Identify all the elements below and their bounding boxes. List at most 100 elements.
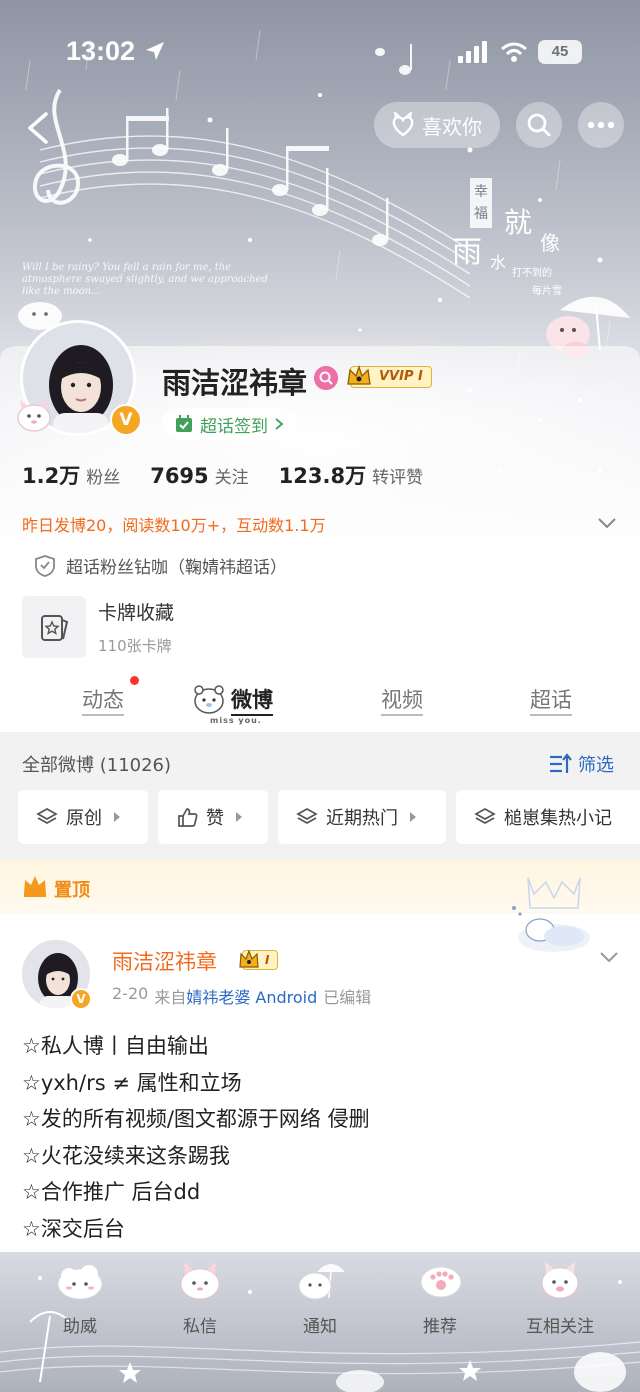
nav-cheer[interactable]: 助威: [30, 1258, 130, 1337]
verified-v-badge: V: [110, 404, 142, 436]
art-char: 像: [540, 231, 560, 255]
bear-mascot-icon: [194, 685, 224, 714]
yesterday-summary: 昨日发博20，阅读数10万+，互动数1.1万: [22, 516, 326, 535]
cloud-mascot-icon: [57, 1265, 103, 1300]
post-line: ☆私人博丨自由输出: [22, 1034, 209, 1058]
stat-followers[interactable]: 1.2万 粉丝: [22, 460, 120, 490]
chip-label: 近期热门: [326, 808, 398, 829]
art-char: 幸: [474, 184, 488, 200]
card-title: 卡牌收藏: [98, 602, 175, 624]
back-icon[interactable]: [18, 108, 58, 148]
umbrella-mascot-icon: [298, 1264, 345, 1300]
pinned-label: 置顶: [54, 880, 90, 901]
nav-label: 私信: [183, 1317, 217, 1337]
post-meta: 2-20 来自 婧祎老婆 Android 已编辑: [112, 984, 371, 1008]
post-line: ☆发的所有视频/图文都源于网络 侵删: [22, 1107, 370, 1132]
card-collection[interactable]: 卡牌收藏 110张卡牌: [22, 596, 174, 658]
card-icon-box: [22, 596, 86, 658]
more-icon: [587, 121, 615, 129]
profile-username: 雨洁涩祎章: [162, 366, 308, 400]
nav-notifications[interactable]: 通知: [270, 1258, 370, 1337]
filter-button[interactable]: 筛选: [548, 751, 614, 777]
heart-cat-icon: [392, 112, 414, 137]
search-button[interactable]: [516, 102, 562, 148]
card-subtitle: 110张卡牌: [98, 637, 172, 655]
battery-indicator: 45: [538, 40, 582, 64]
crown-icon: [347, 364, 371, 385]
fan-title-row[interactable]: 超话粉丝钻咖（鞠婧祎超话）: [34, 553, 287, 578]
art-char: 打不到的: [512, 266, 552, 279]
filter-label: 筛选: [578, 755, 614, 776]
nav-mutual-follow[interactable]: 互相关注: [510, 1258, 610, 1337]
post-line: ☆深交后台: [22, 1216, 125, 1241]
shield-icon: [35, 554, 55, 577]
tab-dynamic[interactable]: 动态: [82, 684, 124, 714]
art-char: 就: [504, 206, 532, 239]
paw-bubble-icon: [420, 1266, 462, 1298]
stat-number: 7695: [150, 464, 209, 488]
stat-label: 关注: [214, 468, 249, 488]
card-icon: [41, 615, 69, 641]
yesterday-summary-row[interactable]: 昨日发博20，阅读数10万+，互动数1.1万: [22, 508, 618, 540]
chaohua-checkin-label: 超话签到: [200, 416, 268, 437]
chip-original[interactable]: 原创: [18, 790, 148, 844]
filter-icon: [550, 753, 572, 773]
chevron-right-icon: [275, 418, 284, 430]
post-author-vip-badge: I: [238, 948, 279, 972]
tab-chaohua[interactable]: 超话: [530, 684, 572, 714]
search-icon: [527, 113, 551, 137]
tab-video[interactable]: 视频: [381, 684, 423, 714]
tab-weibo[interactable]: 微博: [231, 684, 273, 714]
chip-label: 槌崽集热小记: [504, 808, 612, 829]
nav-recommend[interactable]: 推荐: [390, 1258, 490, 1337]
layers-icon: [36, 808, 58, 824]
post-edited: 已编辑: [323, 988, 372, 1007]
stat-label: 粉丝: [86, 468, 121, 488]
chip-label: 赞: [206, 808, 224, 829]
profile-tabs: 动态 微博 视频 超话: [0, 670, 640, 730]
like-you-label: 喜欢你: [422, 114, 482, 139]
post-line: ☆yxh/rs ≠ 属性和立场: [22, 1070, 242, 1095]
crown-icon: [24, 876, 46, 897]
status-icons: 45: [458, 40, 582, 64]
nav-messages[interactable]: 私信: [150, 1258, 250, 1337]
post-line: ☆火花没续来这条踢我: [22, 1143, 230, 1168]
stat-interactions[interactable]: 123.8万 转评赞: [279, 460, 423, 490]
chip-recent-hot[interactable]: 近期热门: [278, 790, 446, 844]
miss-you-decoration: miss you.: [210, 716, 262, 725]
status-bar: 13:02 45: [0, 0, 640, 104]
art-char: 每片雪: [532, 284, 562, 297]
chevron-down-icon[interactable]: [598, 950, 620, 964]
chip-label: 原创: [66, 808, 102, 829]
filter-chips: 原创 赞 近期热门 槌崽集热小记: [18, 790, 640, 844]
post-verified-badge: V: [70, 988, 92, 1010]
signal-icon: [458, 41, 487, 63]
post-source[interactable]: 婧祎老婆 Android: [186, 984, 317, 1008]
nav-label: 通知: [303, 1317, 337, 1337]
nav-label: 互相关注: [526, 1317, 594, 1337]
thumb-icon: [178, 808, 198, 827]
more-button[interactable]: [578, 102, 624, 148]
stat-number: 123.8万: [278, 464, 367, 488]
vvip-badge[interactable]: VVIP I: [346, 364, 432, 390]
like-you-button[interactable]: 喜欢你: [374, 102, 500, 148]
post-author-name[interactable]: 雨洁涩祎章: [112, 946, 217, 976]
status-time: 13:02: [66, 36, 136, 66]
location-arrow-icon: [146, 42, 164, 60]
chaohua-checkin-button[interactable]: 超话签到: [162, 408, 298, 440]
crown-icon: [239, 949, 259, 968]
post-count: 全部微博 (11026): [22, 755, 172, 776]
sleeping-bear-sticker: [512, 877, 590, 952]
chip-collection[interactable]: 槌崽集热小记: [456, 790, 640, 844]
art-char: 福: [474, 206, 488, 222]
stat-following[interactable]: 7695 关注: [150, 463, 248, 488]
unread-dot: [130, 676, 139, 685]
chevron-down-icon[interactable]: [596, 516, 618, 530]
layers-icon: [474, 808, 496, 824]
cat-sticker: [17, 400, 51, 432]
post-from: 来自: [154, 988, 187, 1007]
post-body[interactable]: ☆私人博丨自由输出 ☆yxh/rs ≠ 属性和立场 ☆发的所有视频/图文都源于网…: [22, 1028, 370, 1248]
profile-stats: 1.2万 粉丝 7695 关注 123.8万 转评赞: [22, 460, 453, 490]
post-date: 2-20: [112, 984, 149, 1003]
chip-likes[interactable]: 赞: [158, 790, 268, 844]
